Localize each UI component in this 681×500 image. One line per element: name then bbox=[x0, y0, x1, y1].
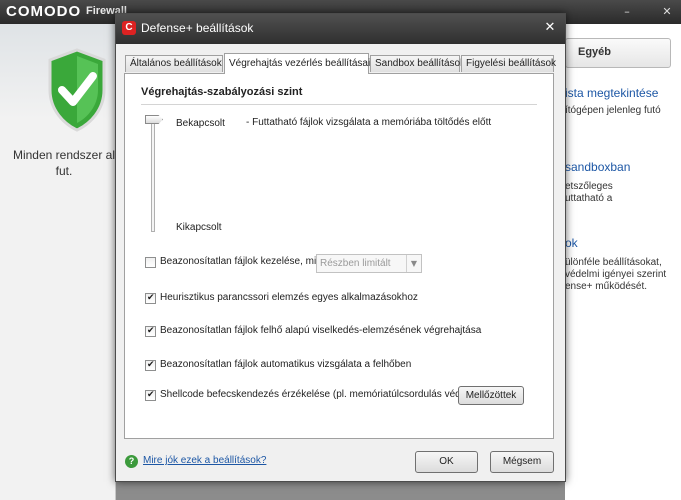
divider bbox=[141, 104, 537, 105]
task-desc: ense+ működését. bbox=[565, 281, 647, 292]
main-window-task-pane: Egyéb ista megtekintése ítógépen jelenle… bbox=[565, 24, 681, 500]
level-description: - Futtatható fájlok vizsgálata a memóriá… bbox=[246, 117, 492, 128]
close-icon[interactable]: ✕ bbox=[543, 20, 557, 36]
minimize-icon[interactable]: – bbox=[617, 4, 637, 19]
cancel-button[interactable]: Mégsem bbox=[490, 451, 554, 473]
exclusions-button[interactable]: Mellőzöttek bbox=[458, 386, 524, 405]
ok-button[interactable]: OK bbox=[415, 451, 478, 473]
dialog-titlebar: C Defense+ beállítások ✕ bbox=[116, 14, 565, 44]
task-link-view-processes[interactable]: ista megtekintése bbox=[565, 86, 658, 100]
defense-settings-dialog: C Defense+ beállítások ✕ Általános beáll… bbox=[115, 13, 566, 482]
close-window-icon[interactable]: ✕ bbox=[657, 4, 677, 19]
checkbox[interactable] bbox=[145, 359, 156, 371]
main-window-status-pane: Minden rendszer al fut. bbox=[0, 24, 116, 500]
tab-general-settings[interactable]: Általános beállítások bbox=[125, 55, 223, 72]
task-desc: ítógépen jelenleg futó bbox=[565, 105, 661, 116]
task-link-run-sandbox[interactable]: sandboxban bbox=[565, 160, 630, 174]
tab-monitoring-settings[interactable]: Figyelési beállítások bbox=[461, 55, 556, 72]
section-title: Végrehajtás-szabályozási szint bbox=[141, 86, 303, 98]
unrecognized-treatment-select[interactable]: Részben limitált ▼ bbox=[316, 254, 422, 273]
level-label-off: Kikapcsolt bbox=[176, 222, 222, 233]
help-link[interactable]: Mire jók ezek a beállítások? bbox=[143, 455, 266, 466]
comodo-logo-text: COMODO bbox=[6, 3, 82, 20]
task-link-settings[interactable]: ok bbox=[565, 236, 578, 250]
task-desc: uttatható a bbox=[565, 193, 613, 204]
tab-sandbox-settings[interactable]: Sandbox beállítások bbox=[370, 55, 465, 72]
level-slider-thumb[interactable] bbox=[145, 115, 163, 124]
comodo-c-icon: C bbox=[122, 21, 136, 35]
dialog-title: Defense+ beállítások bbox=[141, 21, 254, 35]
tab-execution-control[interactable]: Végrehajtás vezérlés beállításai bbox=[224, 53, 370, 74]
checkbox[interactable] bbox=[145, 257, 156, 268]
checkbox[interactable] bbox=[145, 292, 156, 304]
checkbox[interactable] bbox=[145, 389, 156, 401]
help-icon: ? bbox=[125, 455, 138, 468]
tab-other[interactable]: Egyéb bbox=[565, 38, 671, 68]
execution-control-panel: Végrehajtás-szabályozási szint Bekapcsol… bbox=[124, 73, 554, 439]
level-label-on: Bekapcsolt bbox=[176, 118, 225, 129]
checkbox[interactable] bbox=[145, 325, 156, 337]
protection-status-text: Minden rendszer al fut. bbox=[12, 148, 116, 178]
chevron-down-icon: ▼ bbox=[406, 255, 421, 272]
shield-check-icon bbox=[48, 48, 106, 132]
level-slider-track[interactable] bbox=[151, 118, 155, 232]
